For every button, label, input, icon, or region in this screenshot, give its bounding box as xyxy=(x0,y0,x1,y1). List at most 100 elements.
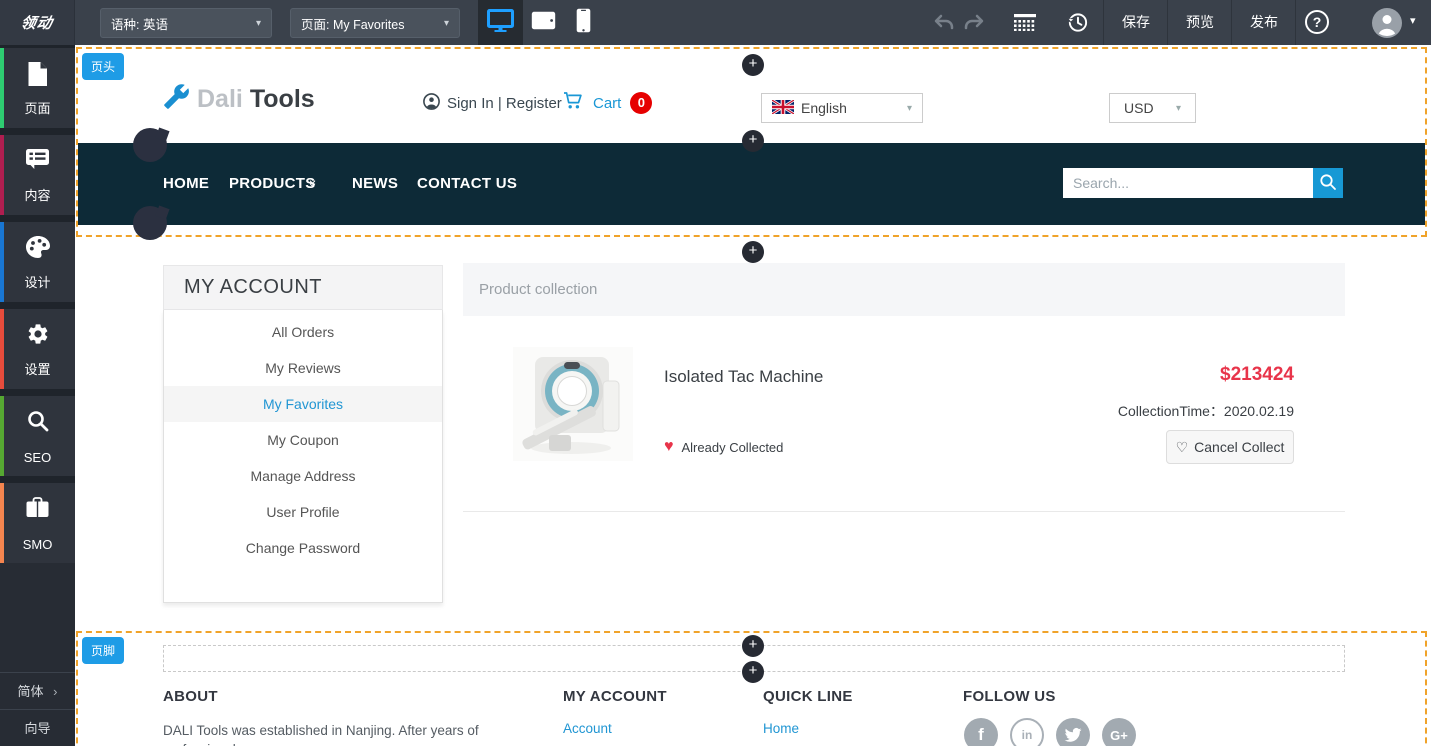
history-icon[interactable] xyxy=(1066,11,1089,39)
chevron-down-icon[interactable]: ▾ xyxy=(1410,14,1416,27)
briefcase-icon xyxy=(0,496,75,524)
collection-panel-title: Product collection xyxy=(463,263,1345,316)
sidebar-item-simplified[interactable]: 简体 › xyxy=(0,672,75,709)
add-block-button[interactable]: + xyxy=(742,635,764,657)
add-block-button[interactable]: + xyxy=(742,54,764,76)
header-section-selection[interactable]: 页头 Dali Tools Sign In | Register Cart 0 … xyxy=(76,47,1427,237)
editor-sidebar: 页面 内容 设计 设置 SEO SMO 简体 › 向导 xyxy=(0,45,75,746)
page-selector-label: 页面: My Favorites xyxy=(301,14,405,33)
language-selector[interactable]: 语种: 英语 ▾ xyxy=(100,8,272,38)
footer-quick-title: QUICK LINE xyxy=(763,688,853,705)
social-icons: f in G+ xyxy=(964,718,1136,746)
person-icon xyxy=(423,93,440,114)
add-section-button[interactable]: + xyxy=(742,241,764,263)
logo-word-1: Dali xyxy=(197,85,243,114)
sidebar-item-seo[interactable]: SEO xyxy=(0,396,75,476)
product-price: $213424 xyxy=(1220,364,1294,386)
device-tablet-button[interactable] xyxy=(523,0,563,45)
sidebar-item-pages[interactable]: 页面 xyxy=(0,48,75,128)
device-desktop-button[interactable] xyxy=(478,0,523,45)
monitor-icon xyxy=(487,9,514,37)
preview-button[interactable]: 预览 xyxy=(1168,0,1232,45)
footer-home-link[interactable]: Home xyxy=(763,721,799,736)
sidebar-item-wizard[interactable]: 向导 xyxy=(0,709,75,746)
chevron-right-icon: › xyxy=(53,684,57,699)
cart-link[interactable]: Cart 0 xyxy=(563,91,652,115)
site-search xyxy=(1063,168,1343,198)
grid-icon[interactable] xyxy=(1014,14,1036,36)
account-menu-title: MY ACCOUNT xyxy=(163,265,443,310)
tablet-icon xyxy=(531,11,556,35)
avatar[interactable] xyxy=(1372,8,1402,43)
currency-select[interactable]: USD ▾ xyxy=(1109,93,1196,123)
gear-icon xyxy=(0,322,75,351)
sidebar-item-content[interactable]: 内容 xyxy=(0,135,75,215)
site-language-value: English xyxy=(801,100,847,116)
header-section-tag[interactable]: 页头 xyxy=(82,53,124,80)
menu-item-my-reviews[interactable]: My Reviews xyxy=(164,350,442,386)
section-drag-handle[interactable] xyxy=(133,206,167,240)
footer-follow-title: FOLLOW US xyxy=(963,688,1056,705)
product-image[interactable] xyxy=(513,347,633,461)
nav-contact[interactable]: CONTACT US xyxy=(417,175,517,192)
chevron-down-icon: ▾ xyxy=(1176,103,1181,114)
page-canvas: 页头 Dali Tools Sign In | Register Cart 0 … xyxy=(75,45,1431,746)
section-drag-handle[interactable] xyxy=(133,128,167,162)
seo-search-icon xyxy=(0,409,75,438)
heart-outline-icon: ♡ xyxy=(1176,439,1189,456)
sidebar-item-settings[interactable]: 设置 xyxy=(0,309,75,389)
footer-section-selection[interactable]: 页脚 + + ABOUT MY ACCOUNT QUICK LINE FOLLO… xyxy=(76,631,1427,746)
toolbar-divider xyxy=(1295,0,1296,45)
signin-register-link[interactable]: Sign In | Register xyxy=(423,93,562,114)
footer-about-title: ABOUT xyxy=(163,688,218,705)
footer-about-text: DALI Tools was established in Nanjing. A… xyxy=(163,721,535,746)
wrench-icon xyxy=(163,83,190,115)
chevron-down-icon: ▾ xyxy=(436,18,449,29)
footer-account-link[interactable]: Account xyxy=(563,721,612,736)
add-block-button[interactable]: + xyxy=(742,661,764,683)
search-input[interactable] xyxy=(1063,168,1313,198)
cart-count-badge: 0 xyxy=(630,92,652,114)
cancel-collect-button[interactable]: ♡ Cancel Collect xyxy=(1166,430,1294,464)
page-selector[interactable]: 页面: My Favorites ▾ xyxy=(290,8,460,38)
cart-label: Cart xyxy=(593,95,621,112)
menu-item-manage-address[interactable]: Manage Address xyxy=(164,458,442,494)
google-plus-icon[interactable]: G+ xyxy=(1102,718,1136,746)
sidebar-item-design[interactable]: 设计 xyxy=(0,222,75,302)
product-collection-panel: Product collection Isolated Tac Machine … xyxy=(463,263,1345,512)
redo-icon[interactable] xyxy=(963,13,985,36)
chevron-down-icon: ▾ xyxy=(907,103,912,114)
account-menu-panel: MY ACCOUNT All Orders My Reviews My Favo… xyxy=(163,265,443,603)
product-name[interactable]: Isolated Tac Machine xyxy=(664,367,823,387)
facebook-icon[interactable]: f xyxy=(964,718,998,746)
menu-item-my-coupon[interactable]: My Coupon xyxy=(164,422,442,458)
site-language-select[interactable]: English ▾ xyxy=(761,93,923,123)
footer-account-title: MY ACCOUNT xyxy=(563,688,667,705)
twitter-icon[interactable] xyxy=(1056,718,1090,746)
menu-item-user-profile[interactable]: User Profile xyxy=(164,494,442,530)
menu-item-my-favorites[interactable]: My Favorites xyxy=(164,386,442,422)
site-logo[interactable]: Dali Tools xyxy=(163,83,315,115)
heart-icon: ♥ xyxy=(664,438,674,456)
nav-home[interactable]: HOME xyxy=(163,175,209,192)
help-icon[interactable]: ? xyxy=(1305,10,1329,34)
search-icon xyxy=(1319,173,1337,194)
collection-time: CollectionTime：2020.02.19 xyxy=(1118,401,1294,421)
save-button[interactable]: 保存 xyxy=(1104,0,1168,45)
sidebar-item-smo[interactable]: SMO xyxy=(0,483,75,563)
menu-item-all-orders[interactable]: All Orders xyxy=(164,314,442,350)
nav-products[interactable]: PRODUCTS xyxy=(229,175,316,192)
search-button[interactable] xyxy=(1313,168,1343,198)
footer-section-tag[interactable]: 页脚 xyxy=(82,637,124,664)
linkedin-icon[interactable]: in xyxy=(1010,718,1044,746)
add-block-button[interactable]: + xyxy=(742,130,764,152)
undo-icon[interactable] xyxy=(933,13,955,36)
chevron-down-icon: ▾ xyxy=(248,18,261,29)
app-logo: 领动 xyxy=(0,0,75,45)
favorite-product-row: Isolated Tac Machine ♥ Already Collected… xyxy=(463,316,1345,512)
menu-item-change-password[interactable]: Change Password xyxy=(164,530,442,566)
collected-status: ♥ Already Collected xyxy=(664,438,783,456)
nav-news[interactable]: NEWS xyxy=(352,175,398,192)
device-phone-button[interactable] xyxy=(563,0,603,45)
publish-button[interactable]: 发布 xyxy=(1232,0,1296,45)
